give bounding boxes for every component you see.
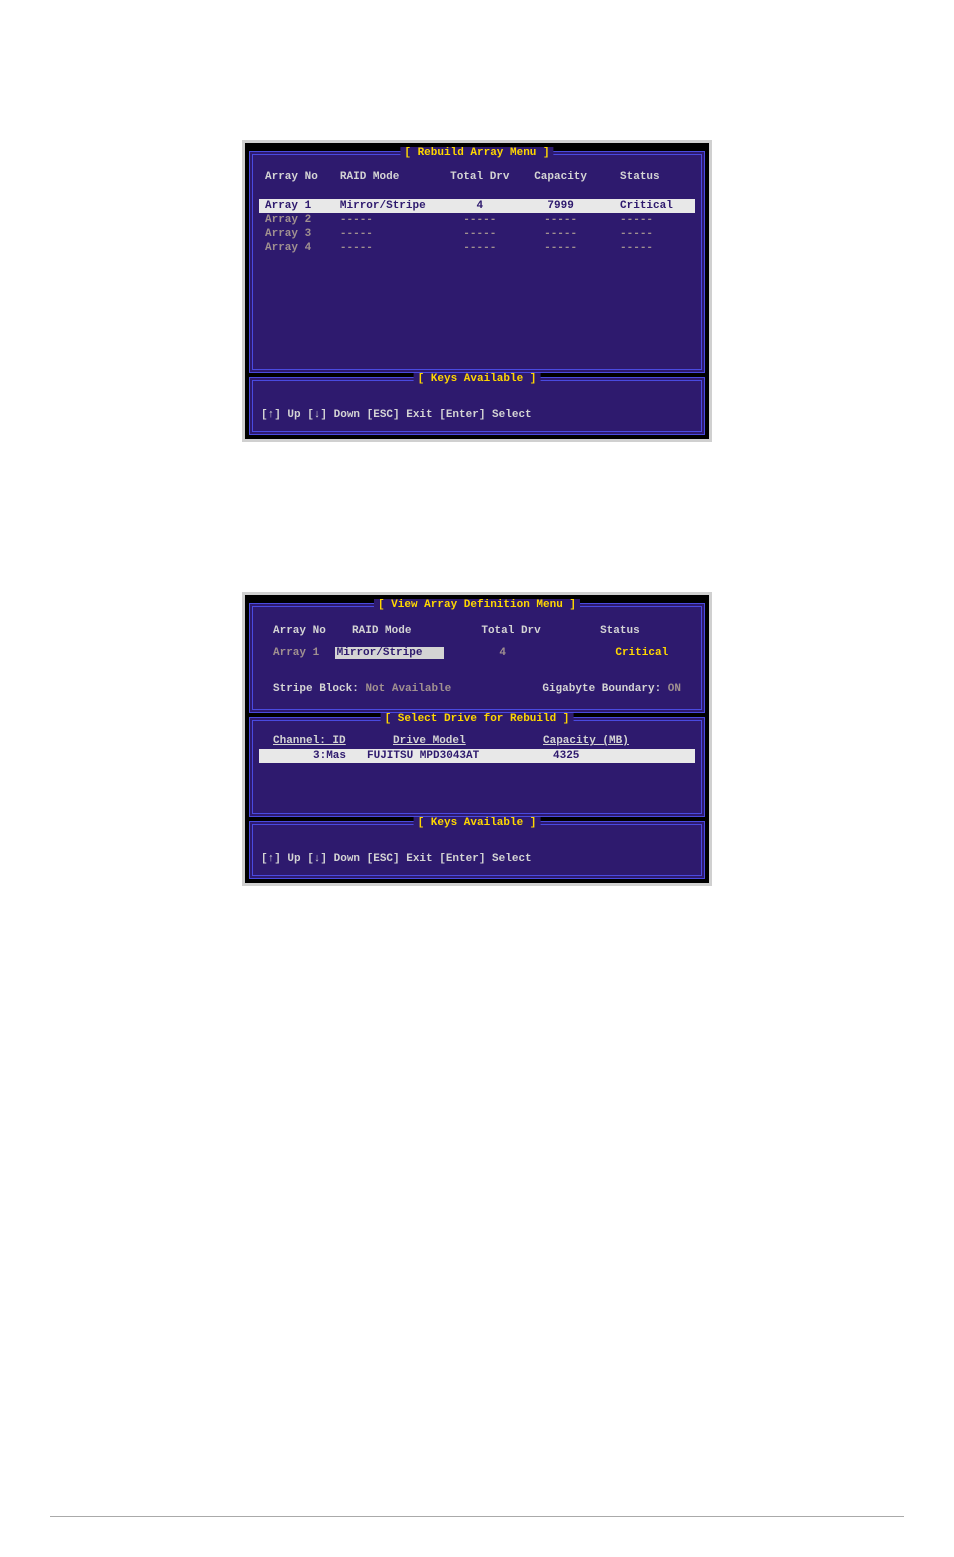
array-row-4[interactable]: Array 4 ----- ----- ----- ----- (259, 241, 695, 255)
keys-line: [↑] Up [↓] Down [ESC] Exit [Enter] Selec… (261, 853, 693, 865)
cell-status: Critical (600, 200, 689, 212)
cell-capacity: 7999 (521, 200, 600, 212)
stripe-info: Stripe Block: Not Available Gigabyte Bou… (259, 679, 695, 705)
cell-status: ----- (600, 214, 689, 226)
header-raid: RAID Mode (340, 171, 439, 183)
cell-raid: ----- (340, 242, 439, 254)
select-drive-panel: [ Select Drive for Rebuild ] Channel: ID… (249, 717, 705, 817)
panel-title: [ View Array Definition Menu ] (374, 599, 580, 611)
info-header: Array No RAID Mode Total Drv Status (259, 611, 695, 643)
cell-capacity: ----- (521, 228, 600, 240)
cell-arrayno: Array 1 (265, 200, 340, 212)
keys-line: [↑] Up [↓] Down [ESC] Exit [Enter] Selec… (261, 409, 693, 421)
table-header: Array No RAID Mode Total Drv Capacity St… (259, 159, 695, 199)
cell-totaldrv: 4 (444, 647, 561, 659)
header-status: Status (564, 625, 681, 637)
stripe-label: Stripe Block: (273, 683, 359, 695)
header-channel: Channel: ID (273, 735, 393, 747)
cell-totaldrv: 4 (438, 200, 521, 212)
stripe-value: Not Available (365, 683, 451, 695)
header-totaldrv: Total Drv (438, 171, 521, 183)
cell-capacity: ----- (521, 214, 600, 226)
drive-row[interactable]: 3:Mas FUJITSU MPD3043AT 4325 (259, 749, 695, 763)
rebuild-array-screen: [ Rebuild Array Menu ] Array No RAID Mod… (242, 140, 712, 442)
keys-panel: [ Keys Available ] [↑] Up [↓] Down [ESC]… (249, 377, 705, 435)
panel-title: [ Rebuild Array Menu ] (400, 147, 553, 159)
cell-arrayno: Array 4 (265, 242, 340, 254)
cell-raid: ----- (340, 228, 439, 240)
cell-totaldrv: ----- (438, 242, 521, 254)
panel-subtitle: [ Select Drive for Rebuild ] (381, 713, 574, 725)
array-info-row[interactable]: Array 1 Mirror/Stripe 4 Critical (259, 643, 695, 679)
header-totaldrv: Total Drv (458, 625, 564, 637)
cell-arrayno: Array 1 (273, 647, 335, 659)
cell-status: Critical (561, 647, 681, 659)
table-spacer (259, 255, 695, 365)
header-status: Status (600, 171, 689, 183)
header-raid: RAID Mode (352, 625, 458, 637)
cell-capacity: ----- (521, 242, 600, 254)
keys-title: [ Keys Available ] (414, 817, 541, 829)
cell-status: ----- (600, 228, 689, 240)
view-array-definition-screen: [ View Array Definition Menu ] Array No … (242, 592, 712, 886)
gb-boundary-label: Gigabyte Boundary: (542, 683, 661, 695)
header-capacity: Capacity (MB) (543, 735, 663, 747)
cell-arrayno: Array 2 (265, 214, 340, 226)
array-row-3[interactable]: Array 3 ----- ----- ----- ----- (259, 227, 695, 241)
keys-title: [ Keys Available ] (414, 373, 541, 385)
gb-boundary-value: ON (668, 683, 681, 695)
cell-capacity: 4325 (553, 750, 633, 762)
cell-status: ----- (600, 242, 689, 254)
footer-divider (50, 1516, 904, 1517)
view-array-panel: [ View Array Definition Menu ] Array No … (249, 603, 705, 713)
cell-totaldrv: ----- (438, 214, 521, 226)
cell-totaldrv: ----- (438, 228, 521, 240)
cell-arrayno: Array 3 (265, 228, 340, 240)
cell-raid: ----- (340, 214, 439, 226)
cell-model: FUJITSU MPD3043AT (367, 750, 553, 762)
header-capacity: Capacity (521, 171, 600, 183)
array-row-1[interactable]: Array 1 Mirror/Stripe 4 7999 Critical (259, 199, 695, 213)
cell-raid: Mirror/Stripe (335, 647, 444, 659)
array-row-2[interactable]: Array 2 ----- ----- ----- ----- (259, 213, 695, 227)
keys-panel: [ Keys Available ] [↑] Up [↓] Down [ESC]… (249, 821, 705, 879)
rebuild-array-panel: [ Rebuild Array Menu ] Array No RAID Mod… (249, 151, 705, 373)
header-model: Drive Model (393, 735, 543, 747)
header-arrayno: Array No (273, 625, 352, 637)
cell-raid: Mirror/Stripe (340, 200, 439, 212)
drive-header: Channel: ID Drive Model Capacity (MB) (259, 725, 695, 749)
cell-channel: 3:Mas (313, 750, 367, 762)
header-arrayno: Array No (265, 171, 340, 183)
